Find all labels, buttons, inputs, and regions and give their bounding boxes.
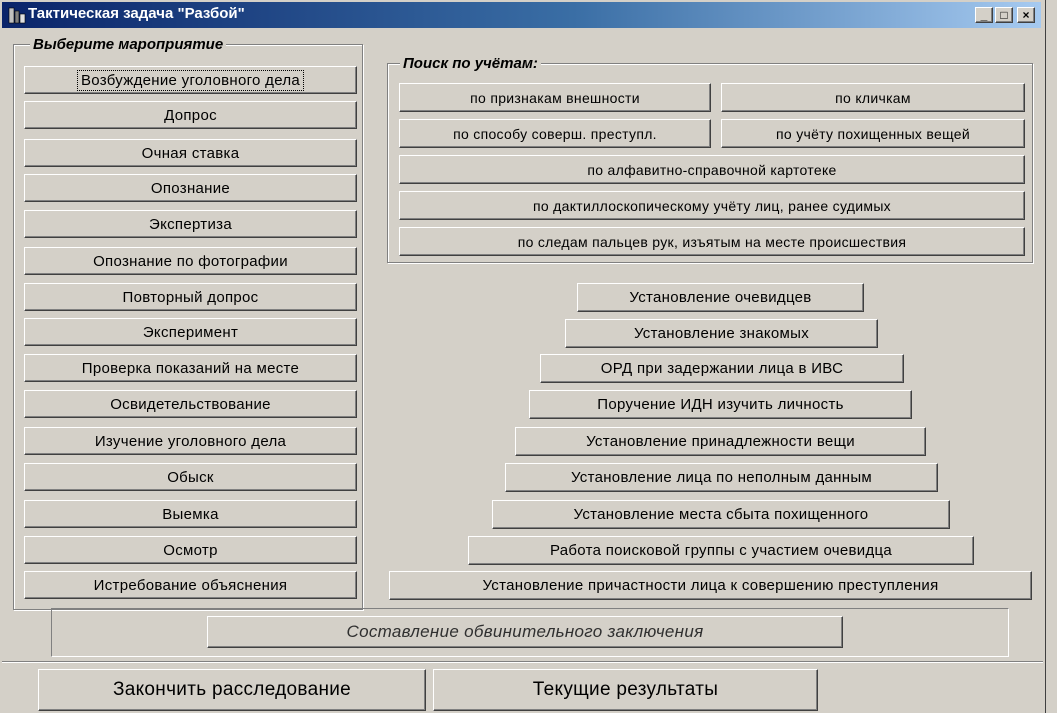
- event-button-label: Изучение уголовного дела: [94, 432, 287, 450]
- app-icon: [8, 7, 26, 24]
- search-button-label: по кличкам: [835, 89, 911, 106]
- current-results-button[interactable]: Текущие результаты: [433, 669, 818, 711]
- event-button-label: Обыск: [167, 468, 214, 486]
- indictment-button-label: Составление обвинительного заключения: [346, 622, 704, 641]
- op-button-label: Поручение ИДН изучить личность: [597, 396, 844, 413]
- event-button-label: Выемка: [162, 505, 219, 523]
- search-button-label: по следам пальцев рук, изъятым на месте …: [517, 233, 907, 250]
- op-button-label: Установление знакомых: [633, 325, 810, 342]
- title-bar[interactable]: Тактическая задача "Разбой" _ □ ×: [2, 2, 1041, 28]
- main-window: Тактическая задача "Разбой" _ □ × Выбери…: [0, 0, 1046, 713]
- event-button-2[interactable]: Допрос: [24, 101, 357, 129]
- op-button-label: Установление лица по неполным данным: [570, 469, 873, 486]
- minimize-button[interactable]: _: [975, 7, 993, 23]
- indictment-button[interactable]: Составление обвинительного заключения: [207, 616, 843, 648]
- op-sale-place-button[interactable]: Установление места сбыта похищенного: [492, 500, 950, 529]
- finish-investigation-button[interactable]: Закончить расследование: [38, 669, 426, 711]
- search-button-label: по способу соверш. преступл.: [453, 125, 657, 142]
- op-ord-detention-button[interactable]: ОРД при задержании лица в ИВС: [540, 354, 904, 383]
- event-button-label: Экспертиза: [149, 215, 232, 233]
- search-button-label: по учёту похищенных вещей: [776, 125, 970, 142]
- events-group-label: Выберите мароприятие: [30, 36, 227, 53]
- op-search-group-button[interactable]: Работа поисковой группы с участием очеви…: [468, 536, 974, 565]
- event-button-10[interactable]: Освидетельствование: [24, 390, 357, 418]
- op-button-label: ОРД при задержании лица в ИВС: [600, 360, 844, 377]
- event-button-5[interactable]: Экспертиза: [24, 210, 357, 238]
- event-button-7[interactable]: Повторный допрос: [24, 283, 357, 311]
- event-button-1[interactable]: Возбуждение уголовного дела: [24, 66, 357, 94]
- search-alphabetical-button[interactable]: по алфавитно-справочной картотеке: [399, 155, 1025, 184]
- event-button-label: Эксперимент: [142, 323, 239, 341]
- op-witnesses-button[interactable]: Установление очевидцев: [577, 283, 864, 312]
- event-button-label: Очная ставка: [141, 144, 240, 162]
- search-fingerprints-scene-button[interactable]: по следам пальцев рук, изъятым на месте …: [399, 227, 1025, 256]
- op-item-ownership-button[interactable]: Установление принадлежности вещи: [515, 427, 926, 456]
- op-button-label: Установление очевидцев: [629, 289, 812, 306]
- op-button-label: Установление причастности лица к соверше…: [482, 577, 939, 594]
- maximize-button[interactable]: □: [995, 7, 1013, 23]
- maximize-icon: □: [1000, 8, 1008, 22]
- event-button-3[interactable]: Очная ставка: [24, 139, 357, 167]
- event-button-label: Истребование объяснения: [93, 576, 288, 594]
- event-button-8[interactable]: Эксперимент: [24, 318, 357, 346]
- event-button-label: Опознание: [150, 179, 231, 197]
- event-button-label: Допрос: [164, 106, 217, 124]
- event-button-label: Осмотр: [163, 541, 218, 559]
- search-nicknames-button[interactable]: по кличкам: [721, 83, 1025, 112]
- event-button-label: Опознание по фотографии: [93, 252, 288, 270]
- event-button-label: Возбуждение уголовного дела: [76, 69, 305, 91]
- event-button-label: Повторный допрос: [122, 288, 259, 306]
- event-button-9[interactable]: Проверка показаний на месте: [24, 354, 357, 382]
- search-group-label: Поиск по учётам:: [400, 55, 541, 72]
- minimize-icon: _: [980, 8, 988, 22]
- close-icon: ×: [1022, 8, 1030, 22]
- event-button-label: Проверка показаний на месте: [81, 359, 300, 377]
- op-button-label: Работа поисковой группы с участием очеви…: [549, 542, 893, 559]
- event-button-12[interactable]: Обыск: [24, 463, 357, 491]
- search-button-label: по дактиллоскопическому учёту лиц, ранее…: [532, 197, 891, 214]
- results-button-label: Текущие результаты: [532, 679, 719, 700]
- search-fingerprint-records-button[interactable]: по дактиллоскопическому учёту лиц, ранее…: [399, 191, 1025, 220]
- event-button-13[interactable]: Выемка: [24, 500, 357, 528]
- search-appearance-button[interactable]: по признакам внешности: [399, 83, 711, 112]
- close-button[interactable]: ×: [1017, 7, 1035, 23]
- event-button-4[interactable]: Опознание: [24, 174, 357, 202]
- op-button-label: Установление места сбыта похищенного: [573, 506, 869, 523]
- finish-button-label: Закончить расследование: [112, 679, 352, 700]
- window-title: Тактическая задача "Разбой": [28, 5, 245, 22]
- footer-separator: [2, 661, 1043, 663]
- event-button-6[interactable]: Опознание по фотографии: [24, 247, 357, 275]
- op-idn-personality-button[interactable]: Поручение ИДН изучить личность: [529, 390, 912, 419]
- op-acquaintances-button[interactable]: Установление знакомых: [565, 319, 878, 348]
- op-button-label: Установление принадлежности вещи: [586, 433, 855, 450]
- search-button-label: по алфавитно-справочной картотеке: [587, 161, 837, 178]
- search-method-button[interactable]: по способу соверш. преступл.: [399, 119, 711, 148]
- op-involvement-button[interactable]: Установление причастности лица к соверше…: [389, 571, 1032, 600]
- event-button-label: Освидетельствование: [110, 395, 271, 413]
- op-partial-data-button[interactable]: Установление лица по неполным данным: [505, 463, 938, 492]
- event-button-15[interactable]: Истребование объяснения: [24, 571, 357, 599]
- event-button-14[interactable]: Осмотр: [24, 536, 357, 564]
- search-button-label: по признакам внешности: [470, 89, 640, 106]
- event-button-11[interactable]: Изучение уголовного дела: [24, 427, 357, 455]
- search-stolen-items-button[interactable]: по учёту похищенных вещей: [721, 119, 1025, 148]
